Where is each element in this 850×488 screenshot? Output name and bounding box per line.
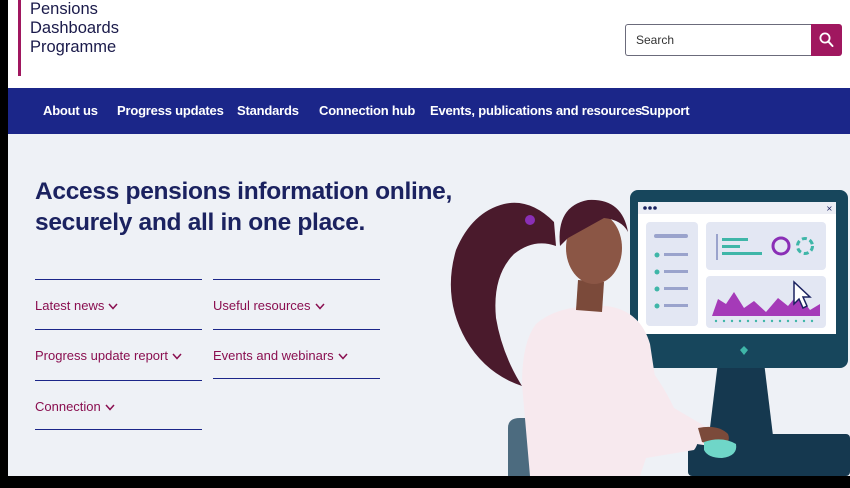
quick-link-label: Latest news	[35, 298, 105, 313]
chevron-down-icon	[105, 404, 115, 411]
nav-item-about-us[interactable]: About us	[43, 103, 98, 118]
search-icon	[819, 32, 834, 47]
nav-item-events-publications-resources[interactable]: Events, publications and resources	[430, 103, 642, 118]
search-button[interactable]	[811, 24, 842, 56]
chevron-down-icon	[108, 303, 118, 310]
hero-section: Access pensions information online, secu…	[8, 134, 850, 476]
quick-link-events-and-webinars[interactable]: Events and webinars	[213, 329, 380, 379]
nav-item-standards[interactable]: Standards	[237, 103, 299, 118]
site-header: Pensions Dashboards Programme	[8, 0, 850, 88]
search-bar	[625, 24, 842, 58]
hair-tie	[525, 215, 535, 225]
quick-link-label: Events and webinars	[213, 348, 334, 363]
quick-link-connection[interactable]: Connection	[35, 380, 202, 430]
quick-link-label: Connection	[35, 399, 101, 414]
nav-item-support[interactable]: Support	[641, 103, 690, 118]
logo-line-1: Pensions	[30, 0, 98, 18]
nav-item-connection-hub[interactable]: Connection hub	[319, 103, 415, 118]
logo-line-2: Dashboards	[30, 19, 119, 37]
quick-link-useful-resources[interactable]: Useful resources	[213, 279, 380, 329]
nav-item-progress-updates[interactable]: Progress updates	[117, 103, 224, 118]
quick-link-progress-update-report[interactable]: Progress update report	[35, 329, 202, 379]
logo-line-3: Programme	[30, 38, 117, 56]
hero-title: Access pensions information online, secu…	[35, 178, 452, 236]
page: Pensions Dashboards Programme About us P…	[8, 0, 850, 476]
hero-illustration: ×	[450, 190, 850, 476]
quick-link-label: Useful resources	[213, 298, 311, 313]
svg-text:×: ×	[826, 204, 833, 213]
main-nav: About us Progress updates Standards Conn…	[8, 88, 850, 134]
screen-titlebar	[638, 202, 836, 214]
quick-link-latest-news[interactable]: Latest news	[35, 279, 202, 329]
quick-link-label: Progress update report	[35, 348, 168, 363]
chevron-down-icon	[314, 303, 325, 310]
chevron-down-icon	[338, 353, 348, 360]
search-input[interactable]	[625, 24, 812, 56]
chevron-down-icon	[172, 353, 182, 360]
site-logo[interactable]: Pensions Dashboards Programme	[18, 0, 119, 76]
